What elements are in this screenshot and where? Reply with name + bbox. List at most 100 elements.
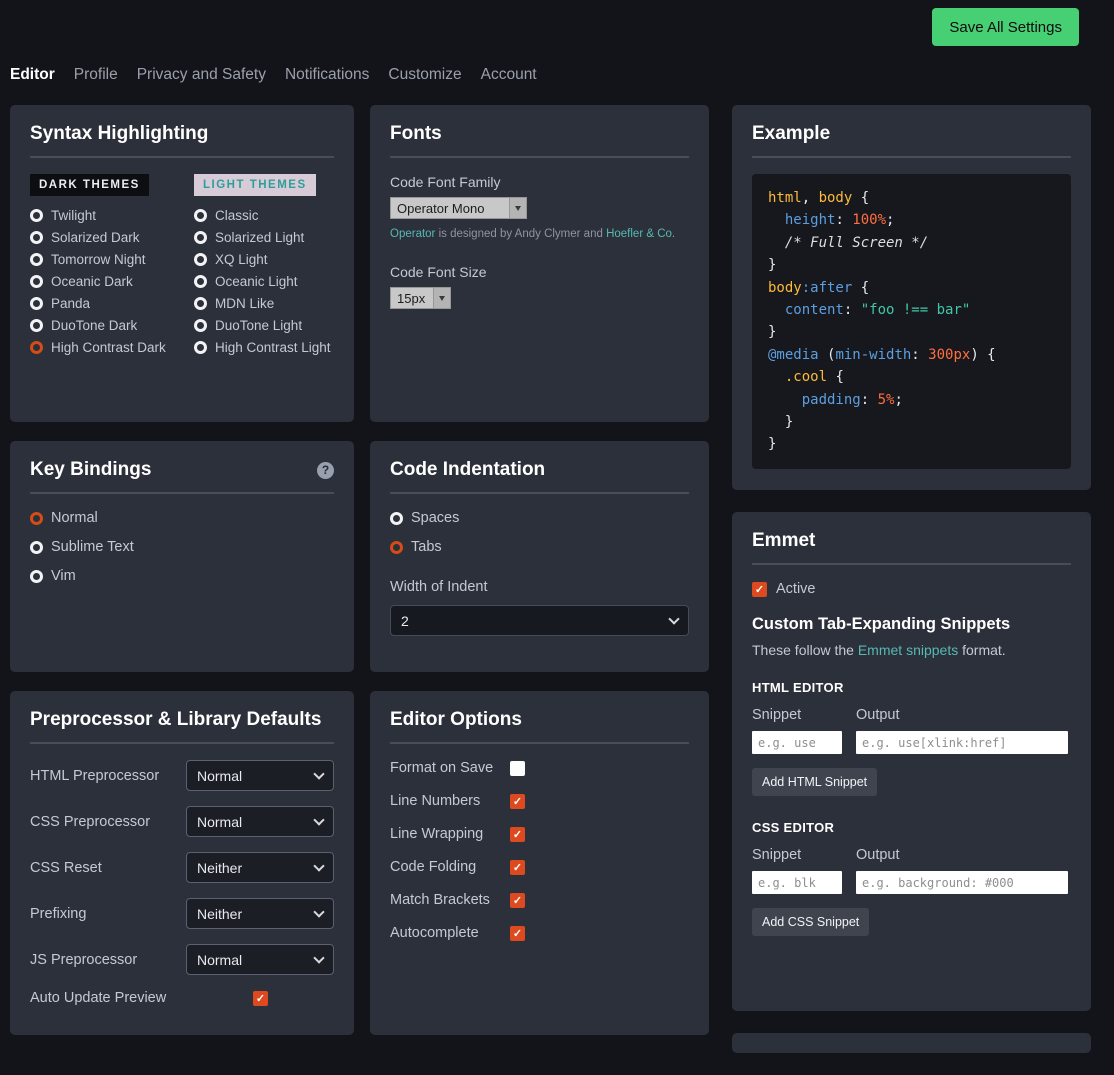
radio-icon[interactable] <box>390 512 403 525</box>
editor-options-list: Format on Save Line Numbers Line Wrapping C… <box>390 760 689 941</box>
radio-icon[interactable] <box>30 341 43 354</box>
radio-label: MDN Like <box>215 296 274 311</box>
keybinding-option-vim[interactable]: Vim <box>30 568 334 584</box>
editor-option-line-wrapping[interactable]: Line Wrapping <box>390 826 689 842</box>
radio-icon[interactable] <box>390 541 403 554</box>
code-line: } <box>768 411 1055 433</box>
checkbox-icon[interactable] <box>510 893 525 908</box>
column-1: Syntax Highlighting DARK THEMES Twilight… <box>10 105 354 1054</box>
radio-icon[interactable] <box>30 231 43 244</box>
checkbox-icon[interactable] <box>510 761 525 776</box>
html-preprocessor-select[interactable]: Normal <box>186 760 334 791</box>
dark-themes-column: DARK THEMES TwilightSolarized DarkTomorr… <box>30 174 194 362</box>
card-title-code-indentation: Code Indentation <box>390 459 545 481</box>
radio-icon[interactable] <box>30 275 43 288</box>
editor-option-line-numbers[interactable]: Line Numbers <box>390 793 689 809</box>
dark-theme-option-panda[interactable]: Panda <box>30 296 194 311</box>
radio-icon[interactable] <box>194 253 207 266</box>
radio-icon[interactable] <box>194 209 207 222</box>
editor-option-autocomplete[interactable]: Autocomplete <box>390 925 689 941</box>
indentation-option-spaces[interactable]: Spaces <box>390 510 689 526</box>
js-preprocessor-select[interactable]: Normal <box>186 944 334 975</box>
radio-label: XQ Light <box>215 252 268 267</box>
settings-page: Save All Settings Editor Profile Privacy a… <box>0 0 1114 1075</box>
radio-label: Normal <box>51 510 98 526</box>
radio-icon[interactable] <box>194 341 207 354</box>
light-theme-option-mdn-like[interactable]: MDN Like <box>194 296 334 311</box>
dark-theme-option-twilight[interactable]: Twilight <box>30 208 194 223</box>
editor-option-format-on-save[interactable]: Format on Save <box>390 760 689 776</box>
tab-privacy-and-safety[interactable]: Privacy and Safety <box>137 66 266 84</box>
radio-label: Spaces <box>411 510 459 526</box>
radio-icon[interactable] <box>194 275 207 288</box>
dark-theme-option-oceanic-dark[interactable]: Oceanic Dark <box>30 274 194 289</box>
light-theme-option-classic[interactable]: Classic <box>194 208 334 223</box>
dark-theme-option-duotone-dark[interactable]: DuoTone Dark <box>30 318 194 333</box>
tab-profile[interactable]: Profile <box>74 66 118 84</box>
auto-update-preview-checkbox[interactable] <box>253 991 268 1006</box>
checkbox-icon[interactable] <box>510 926 525 941</box>
code-line: html, body { <box>768 187 1055 209</box>
auto-update-preview-row[interactable]: Auto Update Preview <box>30 990 334 1006</box>
radio-icon[interactable] <box>30 253 43 266</box>
radio-icon[interactable] <box>30 297 43 310</box>
radio-icon[interactable] <box>30 512 43 525</box>
radio-icon[interactable] <box>30 570 43 583</box>
code-font-size-select[interactable]: 15px <box>390 287 451 309</box>
emmet-desc-text: format. <box>958 642 1005 658</box>
light-theme-option-duotone-light[interactable]: DuoTone Light <box>194 318 334 333</box>
add-css-snippet-button[interactable]: Add CSS Snippet <box>752 908 869 936</box>
light-theme-option-oceanic-light[interactable]: Oceanic Light <box>194 274 334 289</box>
settings-tabs: Editor Profile Privacy and Safety Notificat… <box>10 62 1114 88</box>
tab-notifications[interactable]: Notifications <box>285 66 369 84</box>
radio-icon[interactable] <box>30 319 43 332</box>
keybinding-option-normal[interactable]: Normal <box>30 510 334 526</box>
radio-icon[interactable] <box>194 297 207 310</box>
css-preprocessor-select[interactable]: Normal <box>186 806 334 837</box>
css-output-input[interactable] <box>856 871 1068 894</box>
light-theme-option-high-contrast-light[interactable]: High Contrast Light <box>194 340 334 355</box>
chevron-down-icon <box>509 198 526 218</box>
css-snippet-input[interactable] <box>752 871 842 894</box>
radio-label: Tomorrow Night <box>51 252 146 267</box>
tab-customize[interactable]: Customize <box>388 66 461 84</box>
operator-font-link[interactable]: Operator <box>390 228 435 240</box>
light-theme-option-xq-light[interactable]: XQ Light <box>194 252 334 267</box>
help-icon[interactable]: ? <box>317 462 334 479</box>
tab-editor[interactable]: Editor <box>10 66 55 84</box>
dark-theme-option-tomorrow-night[interactable]: Tomorrow Night <box>30 252 194 267</box>
add-html-snippet-button[interactable]: Add HTML Snippet <box>752 768 877 796</box>
save-all-settings-button[interactable]: Save All Settings <box>932 8 1079 46</box>
partially-visible-card <box>732 1033 1091 1053</box>
prefixing-select[interactable]: Neither <box>186 898 334 929</box>
dark-theme-option-solarized-dark[interactable]: Solarized Dark <box>30 230 194 245</box>
keybinding-option-sublime-text[interactable]: Sublime Text <box>30 539 334 555</box>
indentation-option-tabs[interactable]: Tabs <box>390 539 689 555</box>
editor-option-code-folding[interactable]: Code Folding <box>390 859 689 875</box>
radio-icon[interactable] <box>30 209 43 222</box>
checkbox-icon[interactable] <box>510 794 525 809</box>
light-theme-option-solarized-light[interactable]: Solarized Light <box>194 230 334 245</box>
emmet-active-row[interactable]: Active <box>752 581 1071 597</box>
code-font-family-select[interactable]: Operator Mono <box>390 197 527 219</box>
radio-icon[interactable] <box>194 319 207 332</box>
radio-icon[interactable] <box>30 541 43 554</box>
key-bindings-card: Key Bindings ? NormalSublime TextVim <box>10 441 354 672</box>
css-reset-select[interactable]: Neither <box>186 852 334 883</box>
card-title-emmet: Emmet <box>752 530 815 552</box>
emmet-snippets-link[interactable]: Emmet snippets <box>858 642 958 658</box>
hoefler-co-link[interactable]: Hoefler & Co. <box>606 228 675 240</box>
html-output-input[interactable] <box>856 731 1068 754</box>
width-of-indent-select[interactable]: 2 <box>390 605 689 636</box>
code-line: /* Full Screen */ <box>768 232 1055 254</box>
column-3: Example html, body { height: 100%; /* Fu… <box>732 105 1091 1075</box>
dark-theme-option-high-contrast-dark[interactable]: High Contrast Dark <box>30 340 194 355</box>
tab-account[interactable]: Account <box>481 66 537 84</box>
radio-icon[interactable] <box>194 231 207 244</box>
radio-label: High Contrast Dark <box>51 340 166 355</box>
emmet-active-checkbox[interactable] <box>752 582 767 597</box>
checkbox-icon[interactable] <box>510 860 525 875</box>
html-snippet-input[interactable] <box>752 731 842 754</box>
editor-option-match-brackets[interactable]: Match Brackets <box>390 892 689 908</box>
checkbox-icon[interactable] <box>510 827 525 842</box>
